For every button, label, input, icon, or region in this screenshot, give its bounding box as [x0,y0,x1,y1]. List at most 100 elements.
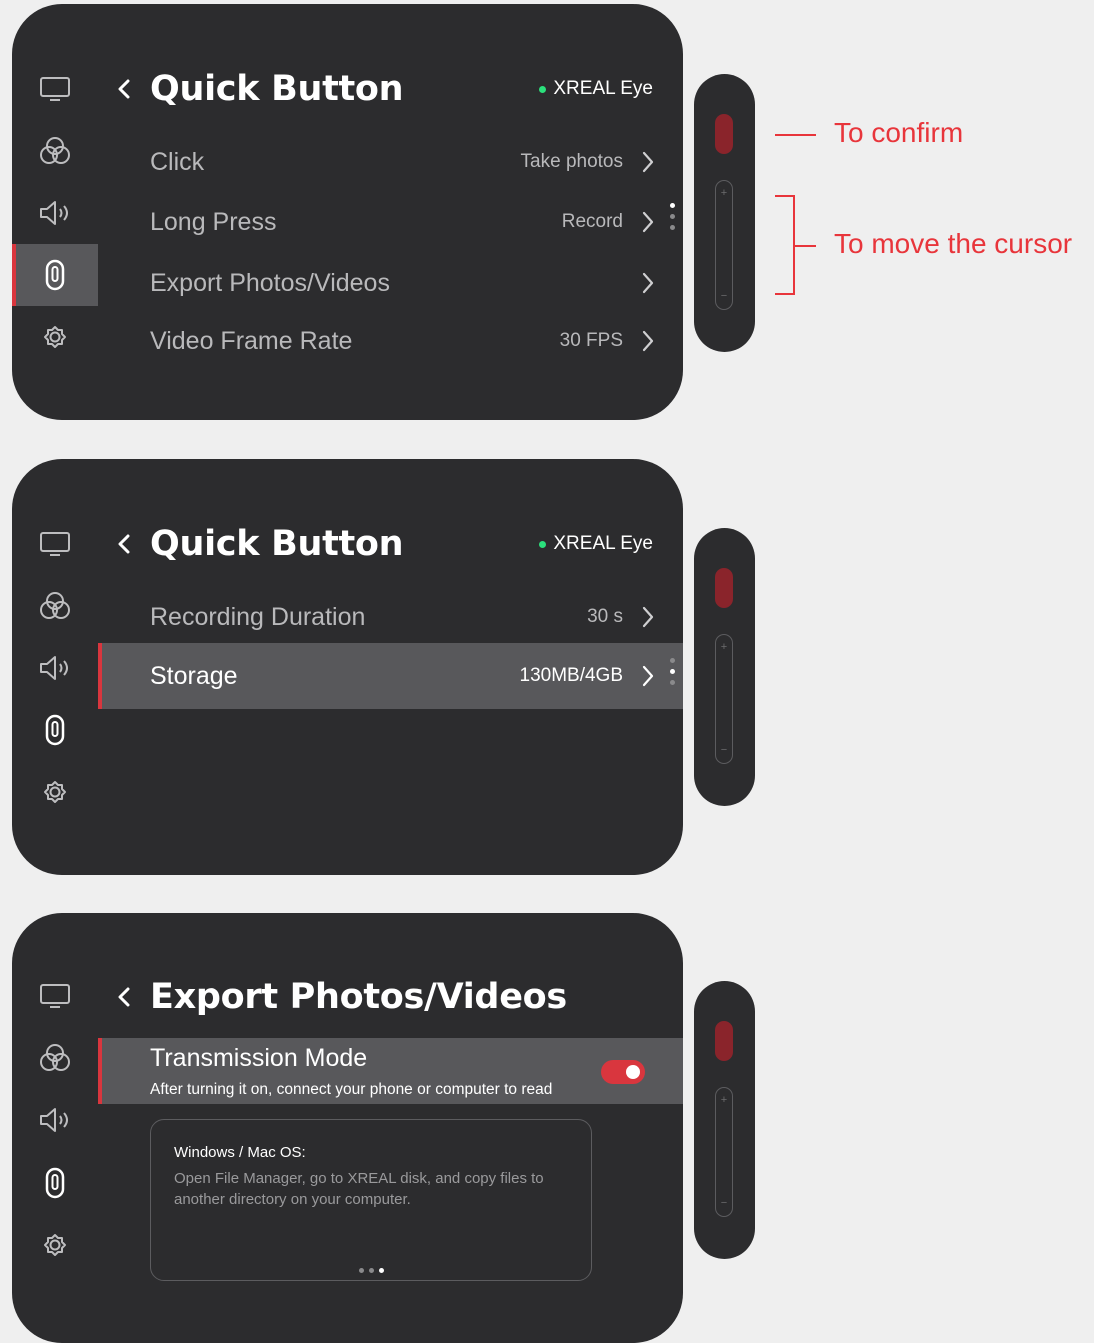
back-arrow-icon[interactable] [112,72,134,106]
settings-panel-export: Export Photos/Videos Transmission Mode A… [12,913,683,1343]
cursor-rocker[interactable]: + − [715,1087,733,1217]
row-label: Export Photos/Videos [150,269,390,297]
sidebar-item-volume[interactable] [12,1089,98,1151]
plus-icon: + [720,187,728,199]
pager-dots[interactable] [151,1268,591,1273]
row-value: Record [561,211,623,232]
quick-button-icon [45,259,65,291]
controller-graphic: + − [694,528,755,806]
row-value: 30 FPS [559,330,623,351]
toggle-description: After turning it on, connect your phone … [150,1081,553,1098]
sidebar-nav [12,4,98,420]
cursor-rocker[interactable]: + − [715,180,733,310]
color-icon [40,1044,70,1071]
scroll-indicator [670,658,676,691]
transmission-mode-row[interactable]: Transmission Mode After turning it on, c… [98,1038,683,1104]
sidebar-item-quick-button[interactable] [12,244,98,306]
sidebar-nav [12,459,98,875]
confirm-pointer-line [775,134,816,136]
quick-button-icon [45,714,65,746]
settings-icon [44,781,66,803]
connected-dot-icon [539,85,547,93]
sidebar-item-display[interactable] [12,513,98,575]
toggle-label: Transmission Mode [150,1044,368,1072]
sidebar-item-display[interactable] [12,58,98,120]
sidebar-item-volume[interactable] [12,637,98,699]
transmission-mode-toggle[interactable] [601,1060,645,1084]
chevron-right-icon [642,665,654,687]
minus-icon: − [720,1197,728,1209]
chevron-right-icon [642,151,654,173]
settings-row-frame-rate[interactable]: Video Frame Rate 30 FPS [98,310,683,372]
device-status: XREAL Eye [539,78,653,100]
cursor-rocker[interactable]: + − [715,634,733,764]
sidebar-item-color[interactable] [12,575,98,637]
sidebar-item-settings[interactable] [12,306,98,368]
sidebar-item-quick-button[interactable] [12,699,98,761]
color-icon [40,137,70,164]
chevron-right-icon [642,606,654,628]
sidebar-item-color[interactable] [12,1027,98,1089]
cursor-bracket [775,195,795,295]
chevron-right-icon [642,272,654,294]
confirm-button[interactable] [715,568,733,608]
settings-panel-quick-button-2: Quick Button XREAL Eye Recording Duratio… [12,459,683,875]
row-label: Click [150,148,205,176]
sidebar-item-quick-button[interactable] [12,1152,98,1214]
confirm-button[interactable] [715,1021,733,1061]
page-title: Quick Button [150,524,404,564]
sidebar-item-volume[interactable] [12,182,98,244]
settings-row-recording-duration[interactable]: Recording Duration 30 s [98,586,683,648]
quick-button-icon [45,1167,65,1199]
settings-icon [44,326,66,348]
display-icon [40,532,70,556]
minus-icon: − [720,290,728,302]
controller-graphic: + − [694,74,755,352]
scroll-indicator [670,203,676,236]
volume-icon [40,656,68,680]
row-value: 30 s [587,606,623,627]
panel-header: Quick Button XREAL Eye [112,64,653,114]
settings-row-click[interactable]: Click Take photos [98,131,683,193]
row-value: Take photos [520,151,623,172]
confirm-button[interactable] [715,114,733,154]
back-arrow-icon[interactable] [112,527,134,561]
row-label: Recording Duration [150,603,366,631]
volume-icon [40,201,68,225]
instruction-body: Open File Manager, go to XREAL disk, and… [174,1170,544,1208]
chevron-right-icon [642,211,654,233]
device-status: XREAL Eye [539,533,653,555]
panel-header: Export Photos/Videos [112,972,653,1022]
cursor-bracket-tick [795,245,816,247]
chevron-right-icon [642,330,654,352]
minus-icon: − [720,744,728,756]
instruction-heading: Windows / Mac OS: [174,1144,306,1161]
annotation-move-cursor: To move the cursor [834,228,1073,259]
controller-graphic: + − [694,981,755,1259]
plus-icon: + [720,1094,728,1106]
sidebar-item-settings[interactable] [12,1214,98,1276]
connected-dot-icon [539,540,547,548]
page-title: Export Photos/Videos [150,977,567,1017]
settings-row-storage[interactable]: Storage 130MB/4GB [98,643,683,709]
volume-icon [40,1108,68,1132]
back-arrow-icon[interactable] [112,980,134,1014]
panel-header: Quick Button XREAL Eye [112,519,653,569]
settings-row-long-press[interactable]: Long Press Record [98,191,683,253]
display-icon [40,77,70,101]
settings-row-export[interactable]: Export Photos/Videos [98,252,683,314]
row-label: Long Press [150,208,277,236]
color-icon [40,592,70,619]
instruction-card: Windows / Mac OS: Open File Manager, go … [150,1119,592,1281]
sidebar-item-settings[interactable] [12,761,98,823]
device-name: XREAL Eye [553,533,653,554]
plus-icon: + [720,641,728,653]
row-label: Storage [150,662,238,690]
row-value: 130MB/4GB [519,665,624,686]
settings-icon [44,1234,66,1256]
sidebar-item-display[interactable] [12,965,98,1027]
sidebar-item-color[interactable] [12,120,98,182]
sidebar-nav [12,913,98,1343]
toggle-knob [626,1065,640,1079]
settings-panel-quick-button: Quick Button XREAL Eye Click Take photos… [12,4,683,420]
